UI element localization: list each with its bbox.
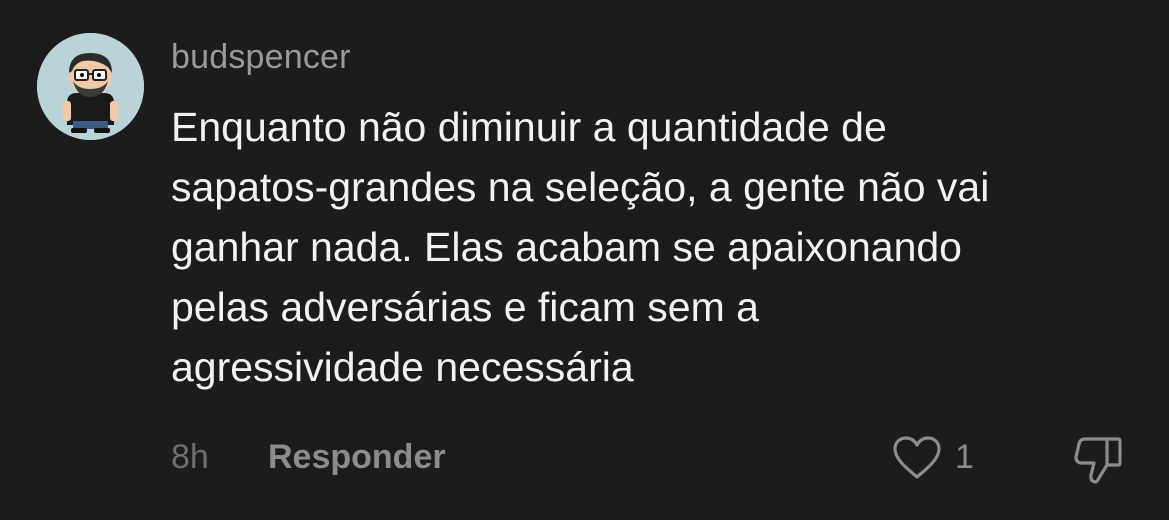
dislike-button[interactable]: [1070, 431, 1126, 487]
avatar-image: [37, 33, 144, 140]
comment-timestamp: 8h: [171, 438, 209, 476]
heart-icon: [893, 436, 941, 479]
avatar[interactable]: [37, 33, 144, 140]
comment-text: Enquanto não diminuir a quantidade de sa…: [171, 97, 1131, 397]
thumbs-down-icon: [1074, 437, 1122, 484]
reply-button[interactable]: Responder: [268, 438, 446, 477]
comment: budspencer Enquanto não diminuir a quant…: [0, 0, 1169, 520]
comment-text-line: Enquanto não diminuir a quantidade de: [171, 104, 887, 150]
comment-text-line: ganhar nada. Elas acabam se apaixonando: [171, 224, 962, 270]
like-count: 1: [955, 438, 974, 476]
username[interactable]: budspencer: [171, 38, 351, 77]
comment-text-line: sapatos-grandes na seleção, a gente não …: [171, 164, 990, 210]
like-button[interactable]: 1: [891, 433, 981, 485]
comment-text-line: pelas adversárias e ficam sem a: [171, 284, 759, 330]
comment-text-line: agressividade necessária: [171, 344, 634, 390]
